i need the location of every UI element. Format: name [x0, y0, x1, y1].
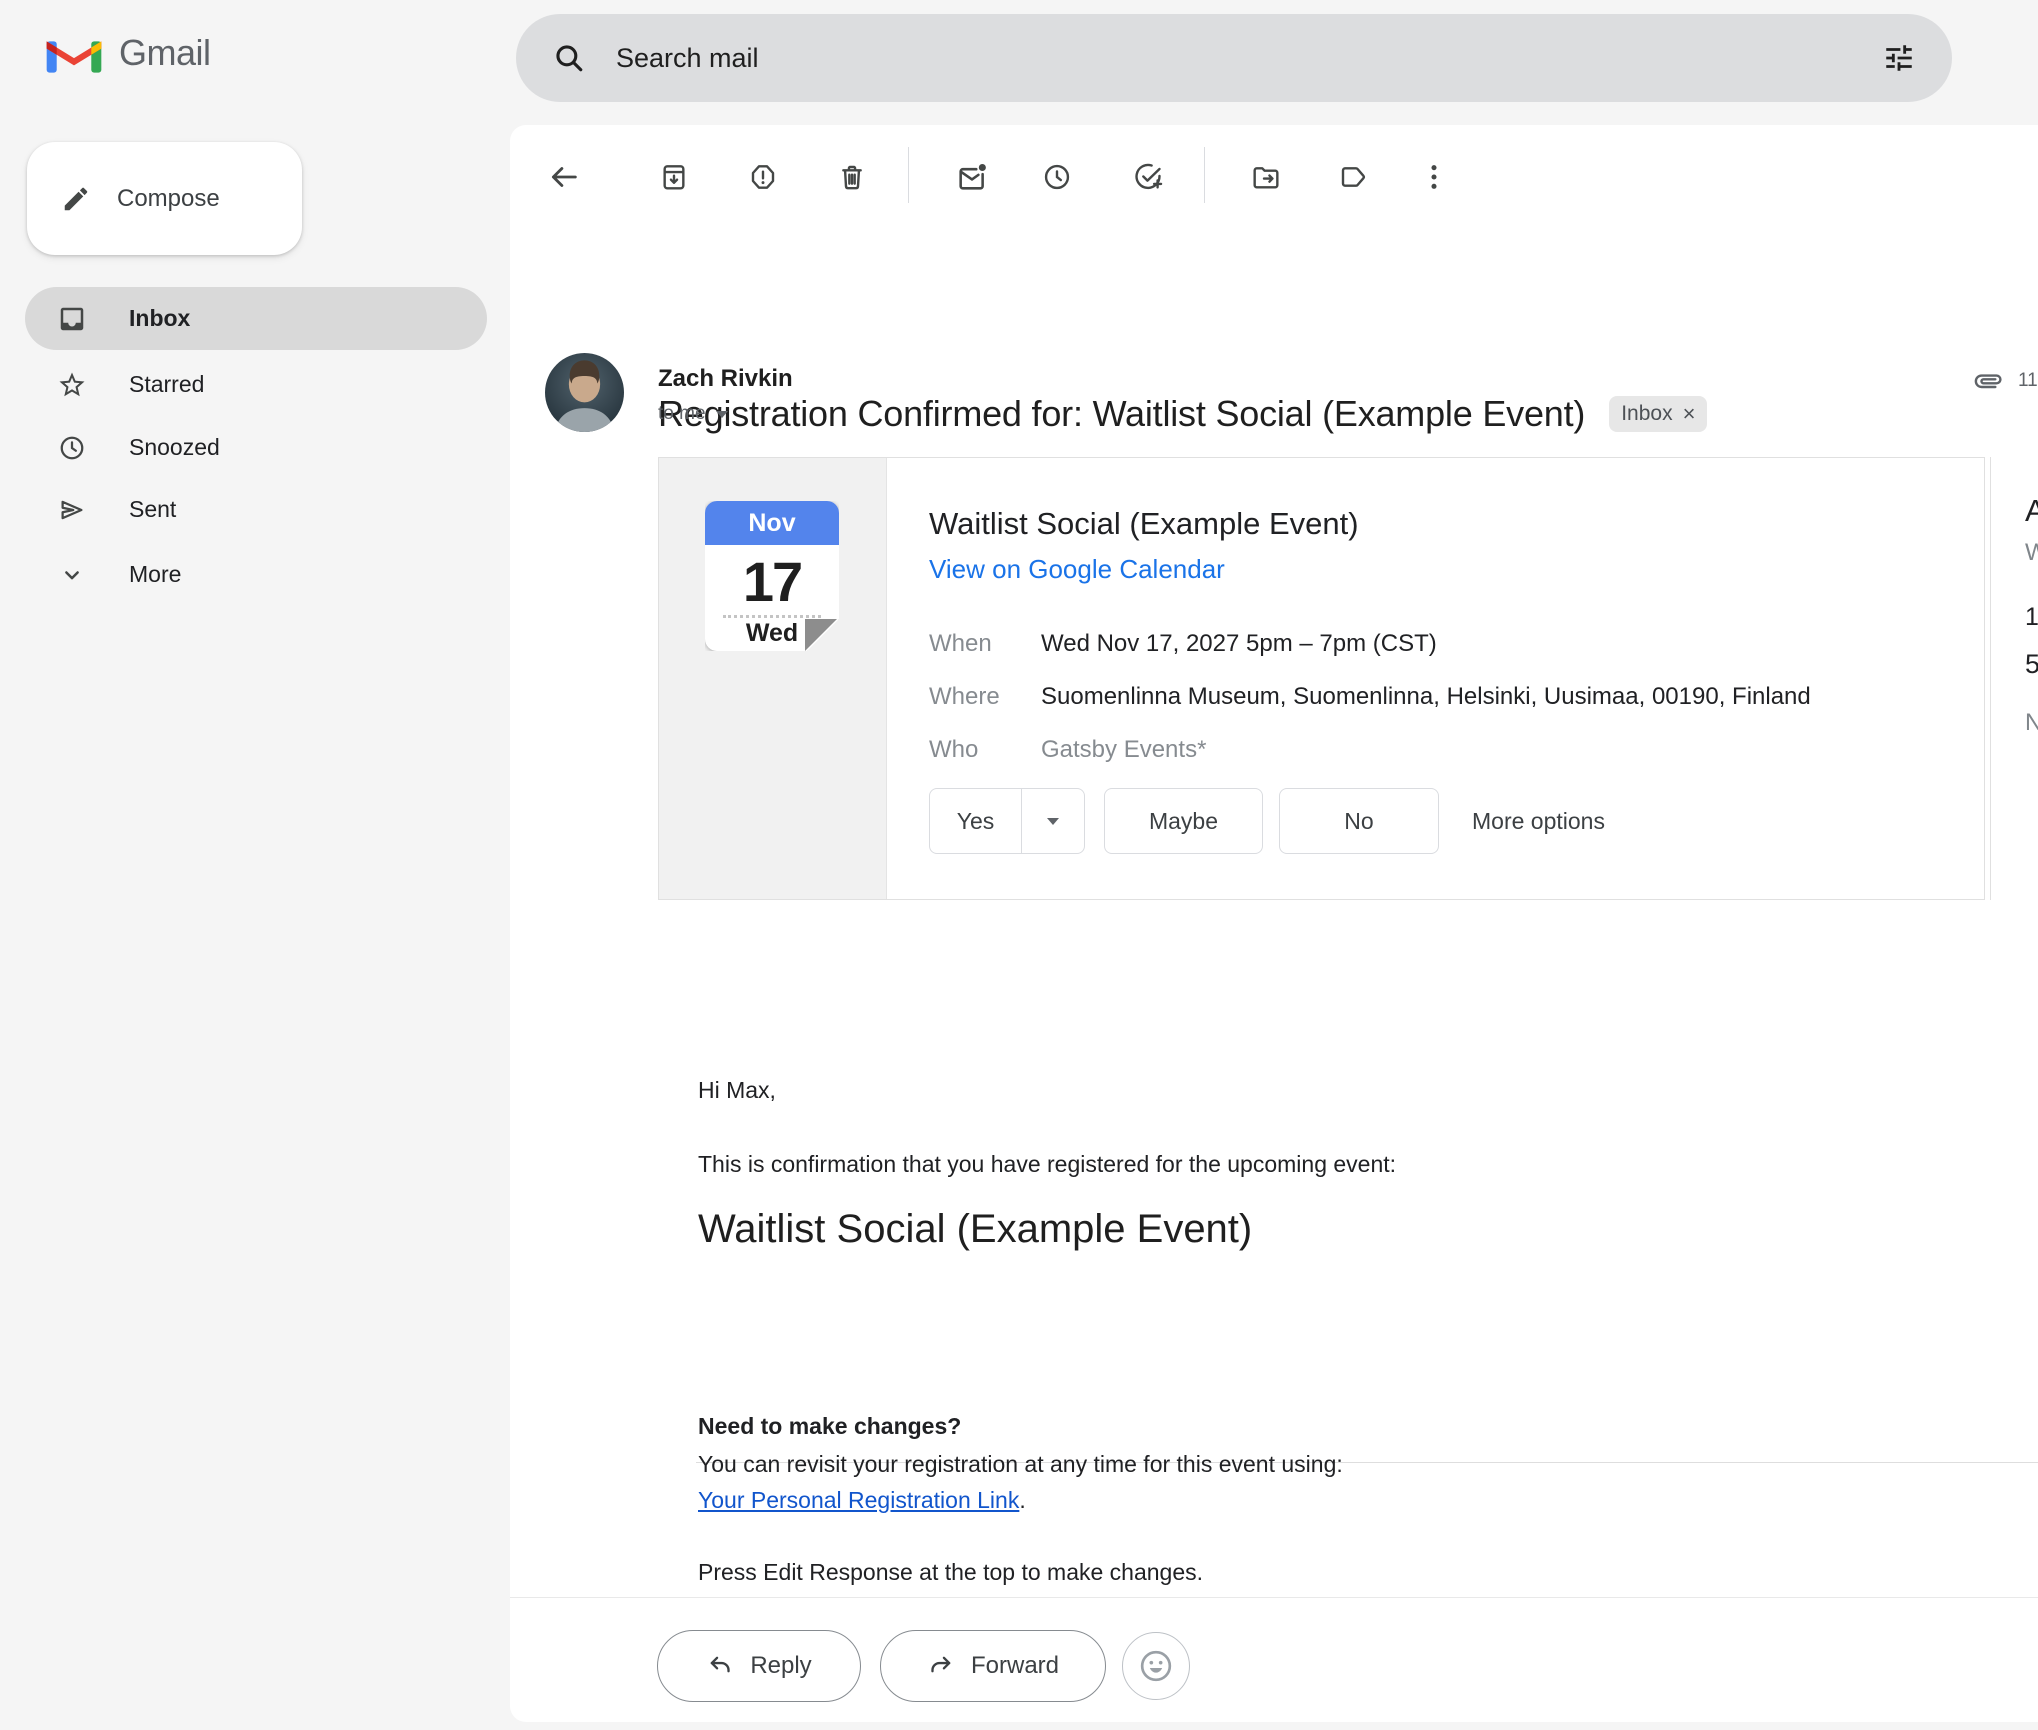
- changes-text: You can revisit your registration at any…: [698, 1451, 1343, 1478]
- when-value: Wed Nov 17, 2027 5pm – 7pm (CST): [1041, 630, 1437, 658]
- email-subject: Registration Confirmed for: Waitlist Soc…: [658, 393, 1585, 435]
- gmail-wordmark: Gmail: [119, 32, 211, 74]
- invite-when-row: When Wed Nov 17, 2027 5pm – 7pm (CST): [929, 630, 1437, 658]
- date-chip-fold: [805, 619, 837, 651]
- sidebar-item-snoozed[interactable]: Snoozed: [25, 416, 487, 479]
- agenda-partial-text: W: [2025, 539, 2038, 567]
- remove-label-icon[interactable]: ×: [1683, 401, 1696, 427]
- mark-unread-button[interactable]: [955, 160, 989, 194]
- rsvp-maybe-button[interactable]: Maybe: [1104, 788, 1263, 854]
- invite-who-row: Who Gatsby Events*: [929, 736, 1206, 764]
- chevron-down-icon: [57, 560, 87, 590]
- agenda-panel-clipped: A W 1 5 N: [1990, 457, 2038, 900]
- toolbar-divider: [908, 147, 909, 203]
- forward-button[interactable]: Forward: [880, 1630, 1106, 1702]
- recipient-label: to me: [658, 403, 706, 425]
- gmail-logo[interactable]: Gmail: [45, 30, 211, 75]
- invite-where-row: Where Suomenlinna Museum, Suomenlinna, H…: [929, 683, 1811, 711]
- body-confirmation-line: This is confirmation that you have regis…: [698, 1151, 1396, 1178]
- agenda-partial-text: A: [2025, 493, 2038, 529]
- sidebar-item-starred[interactable]: Starred: [25, 353, 487, 416]
- inbox-icon: [57, 304, 87, 334]
- sidebar-item-inbox[interactable]: Inbox: [25, 287, 487, 350]
- snooze-button[interactable]: [1040, 160, 1074, 194]
- body-greeting: Hi Max,: [698, 1077, 776, 1104]
- compose-button[interactable]: Compose: [27, 142, 302, 255]
- recipient-dropdown[interactable]: to me: [658, 403, 728, 425]
- sender-name[interactable]: Zach Rivkin: [658, 365, 793, 393]
- link-period: .: [1019, 1487, 1025, 1513]
- sidebar-item-label: Starred: [129, 371, 204, 398]
- rsvp-no-button[interactable]: No: [1279, 788, 1439, 854]
- sidebar-item-label: More: [129, 561, 181, 588]
- email-timestamp: 11: [2018, 370, 2038, 392]
- rsvp-caret-icon: [1047, 818, 1059, 825]
- report-spam-button[interactable]: [746, 160, 780, 194]
- back-button[interactable]: [547, 160, 581, 194]
- more-options-link[interactable]: More options: [1472, 788, 1605, 854]
- smiley-icon: [1136, 1646, 1176, 1686]
- search-icon[interactable]: [552, 41, 586, 75]
- search-input[interactable]: [616, 43, 1882, 74]
- inbox-label-text: Inbox: [1621, 402, 1672, 426]
- invite-event-title: Waitlist Social (Example Event): [929, 506, 1359, 542]
- toolbar-divider: [1204, 147, 1205, 203]
- gmail-m-icon: [45, 30, 103, 75]
- reply-button[interactable]: Reply: [657, 1630, 861, 1702]
- sidebar-item-sent[interactable]: Sent: [25, 478, 487, 541]
- more-actions-icon[interactable]: [1417, 160, 1451, 194]
- label-button[interactable]: [1336, 160, 1370, 194]
- emoji-reaction-button[interactable]: [1122, 1632, 1190, 1700]
- calendar-invite-card: Nov 17 Wed Waitlist Social (Example Even…: [658, 457, 1985, 900]
- sender-avatar[interactable]: [545, 353, 624, 432]
- where-label: Where: [929, 683, 1041, 711]
- sidebar-item-label: Sent: [129, 496, 176, 523]
- compose-label: Compose: [117, 185, 220, 213]
- search-options-icon[interactable]: [1882, 41, 1916, 75]
- sidebar-item-more[interactable]: More: [25, 543, 487, 606]
- when-label: When: [929, 630, 1041, 658]
- rsvp-yes-dropdown[interactable]: [1022, 789, 1084, 853]
- date-month: Nov: [705, 501, 839, 545]
- body-event-title: Waitlist Social (Example Event): [698, 1207, 1252, 1252]
- changes-heading: Need to make changes?: [698, 1413, 961, 1440]
- add-to-tasks-button[interactable]: [1131, 160, 1165, 194]
- archive-button[interactable]: [657, 160, 691, 194]
- recipient-caret-icon: [716, 411, 728, 418]
- reply-arrow-icon: [706, 1652, 734, 1680]
- send-icon: [57, 495, 87, 525]
- sidebar-item-label: Inbox: [129, 305, 190, 332]
- attachment-icon: [1972, 365, 2004, 397]
- email-pane: Registration Confirmed for: Waitlist Soc…: [510, 125, 2038, 1722]
- invite-date-cell: Nov 17 Wed: [659, 458, 887, 899]
- inbox-label-chip[interactable]: Inbox ×: [1609, 396, 1707, 432]
- forward-arrow-icon: [927, 1652, 955, 1680]
- personal-registration-link[interactable]: Your Personal Registration Link: [698, 1487, 1019, 1513]
- search-bar[interactable]: [516, 14, 1952, 102]
- who-value: Gatsby Events*: [1041, 736, 1206, 764]
- clock-icon: [57, 433, 87, 463]
- rsvp-yes-split-button: Yes: [929, 788, 1085, 854]
- where-value: Suomenlinna Museum, Suomenlinna, Helsink…: [1041, 683, 1811, 711]
- agenda-partial-text: 1: [2025, 603, 2038, 632]
- view-on-google-calendar-link[interactable]: View on Google Calendar: [929, 554, 1225, 585]
- star-icon: [57, 370, 87, 400]
- date-divider: [723, 615, 821, 618]
- rsvp-yes-button[interactable]: Yes: [930, 789, 1022, 853]
- reply-label: Reply: [750, 1652, 811, 1680]
- move-to-button[interactable]: [1249, 160, 1283, 194]
- sidebar-item-label: Snoozed: [129, 434, 220, 461]
- footer-divider: [510, 1597, 2038, 1598]
- compose-pencil-icon: [61, 184, 91, 214]
- gmail-app: Gmail Compose Inbox: [0, 0, 2038, 1730]
- forward-label: Forward: [971, 1652, 1059, 1680]
- agenda-partial-text: 5: [2025, 649, 2038, 680]
- who-label: Who: [929, 736, 1041, 764]
- date-day: 17: [705, 549, 839, 614]
- delete-button[interactable]: [835, 160, 869, 194]
- agenda-partial-text: N: [2025, 709, 2038, 737]
- registration-link-line: Your Personal Registration Link.: [698, 1487, 1026, 1514]
- edit-response-note: Press Edit Response at the top to make c…: [698, 1559, 1203, 1586]
